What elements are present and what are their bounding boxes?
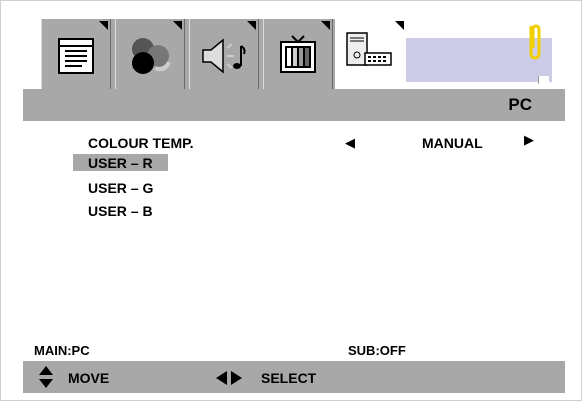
menu-item-user-g[interactable]: USER – G bbox=[88, 180, 153, 196]
picture-icon bbox=[58, 37, 94, 74]
tab-sound[interactable] bbox=[189, 19, 259, 92]
menu-item-user-r[interactable]: USER – R bbox=[88, 155, 153, 171]
tab-corner-marker bbox=[395, 21, 404, 30]
colour-temp-value[interactable]: MANUAL bbox=[422, 135, 483, 151]
colour-temp-label[interactable]: COLOUR TEMP. bbox=[88, 135, 194, 151]
tab-corner-marker bbox=[321, 21, 330, 30]
speaker-icon bbox=[202, 37, 246, 74]
tab-colour[interactable] bbox=[115, 19, 185, 92]
colour-balls-icon bbox=[132, 37, 171, 74]
tab-tv[interactable] bbox=[263, 19, 333, 92]
left-arrow-icon[interactable]: ◀ bbox=[345, 135, 355, 151]
title-bar: PC bbox=[23, 89, 565, 121]
tab-corner-marker bbox=[173, 21, 182, 30]
menu-item-user-b[interactable]: USER – B bbox=[88, 203, 153, 219]
up-down-arrow-icon bbox=[39, 366, 53, 388]
main-source-status: MAIN:PC bbox=[34, 343, 90, 358]
tab-picture[interactable] bbox=[41, 19, 111, 92]
right-arrow-icon[interactable]: ▶ bbox=[524, 132, 534, 148]
pc-icon bbox=[346, 32, 392, 66]
page-title: PC bbox=[508, 95, 532, 114]
hint-bar: MOVE SELECT bbox=[23, 361, 565, 393]
menu-tab-strip bbox=[41, 19, 335, 92]
tab-pc[interactable] bbox=[335, 19, 406, 92]
panel-corner bbox=[538, 76, 549, 84]
left-right-arrow-icon bbox=[216, 371, 242, 385]
paper-clip-icon bbox=[529, 24, 541, 60]
move-hint-label: MOVE bbox=[68, 370, 110, 386]
tab-corner-marker bbox=[247, 21, 256, 30]
select-hint-label: SELECT bbox=[261, 370, 317, 386]
tab-corner-marker bbox=[99, 21, 108, 30]
osd-screen: PC COLOUR TEMP. ◀ MANUAL ▶ USER – R USER… bbox=[0, 0, 582, 401]
tv-icon bbox=[280, 34, 316, 73]
sub-source-status: SUB:OFF bbox=[348, 343, 406, 358]
